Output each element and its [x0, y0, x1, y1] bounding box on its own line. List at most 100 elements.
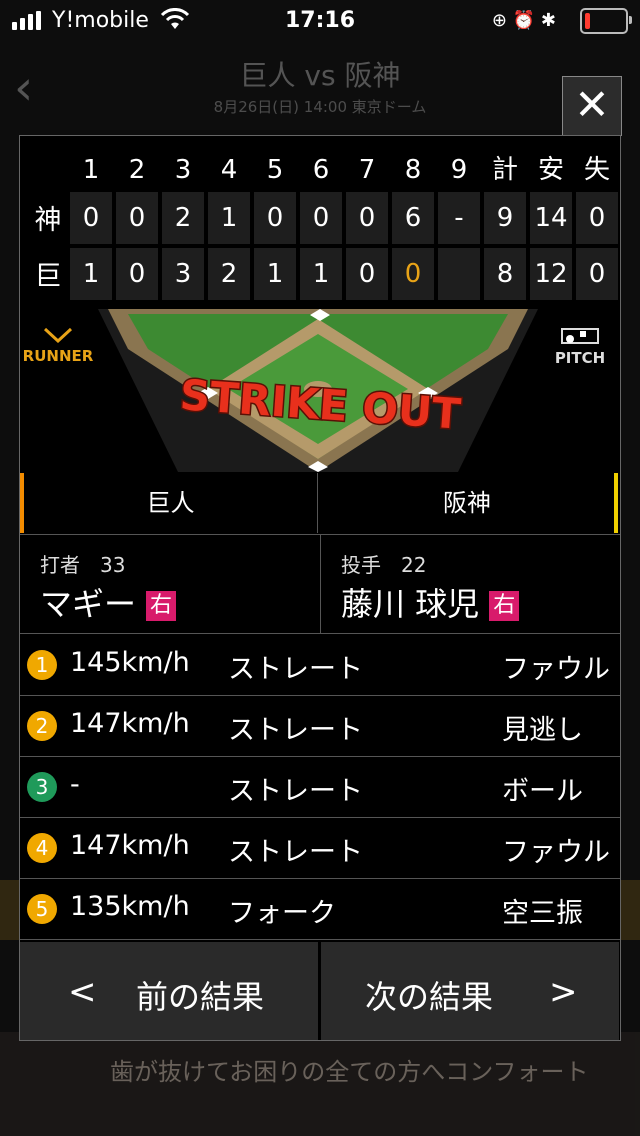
teams-row: 巨人 阪神 — [20, 473, 620, 533]
pitch-speed: 147km/h — [70, 708, 190, 739]
scoreboard-header: 安 — [537, 155, 564, 185]
next-result-label: 次の結果 — [365, 978, 494, 1016]
battery-icon — [580, 8, 632, 34]
close-icon: ✕ — [574, 80, 610, 129]
ad-banner[interactable]: 歯が抜けてお困りの全ての方へコンフォート — [0, 1032, 640, 1136]
batter-hand-badge: 右 — [146, 591, 177, 621]
team-tab-away: 阪神 — [320, 473, 618, 533]
at-bat-detail-modal: 1 2 3 4 5 6 7 8 9 計安失神 0 0 2 1 0 0 0 6-9 14 0 巨 1 0 3 2 1 1 0 0 8 12 0 … — [19, 135, 621, 1041]
pitch-row: 5 135km/h フォーク 空三振 — [20, 879, 620, 940]
prev-arrow-icon: < — [68, 972, 97, 1012]
pitch-number-badge: 4 — [27, 833, 57, 863]
pitch-result: ファウル — [502, 654, 610, 685]
prev-result-button[interactable]: < 前の結果 — [20, 942, 318, 1040]
bluetooth-icon: ✱ — [540, 10, 556, 31]
pitch-label: PITCH — [554, 349, 606, 367]
pitch-result: ボール — [502, 776, 583, 807]
batter-name-wrap: マギー右 — [40, 579, 177, 625]
scoreboard-cell: 0 — [116, 248, 158, 300]
pitch-type: ストレート — [228, 776, 363, 807]
scoreboard-header: 2 — [128, 155, 146, 185]
runner-icon — [43, 327, 73, 344]
prev-result-label: 前の結果 — [136, 978, 265, 1016]
pitch-speed: 147km/h — [70, 830, 190, 861]
scoreboard-header: 失 — [583, 155, 610, 185]
baseball-diamond: STRIKE OUT — [98, 309, 538, 472]
scoreboard-cell: 0 — [254, 192, 296, 244]
scoreboard-cell — [438, 248, 480, 300]
pitcher-role: 投手 22 — [341, 553, 427, 577]
close-button[interactable]: ✕ — [562, 76, 622, 136]
rotation-lock-icon: ⊕ — [491, 10, 508, 31]
pitch-row: 4 147km/h ストレート ファウル — [20, 818, 620, 879]
scoreboard-cell: 1 — [300, 248, 342, 300]
scoreboard-team: 巨 — [34, 261, 62, 292]
scoreboard-header: 6 — [312, 155, 330, 185]
scoreboard-cell: 2 — [208, 248, 250, 300]
scoreboard: 1 2 3 4 5 6 7 8 9 計安失神 0 0 2 1 0 0 0 6-9 14 0 巨 1 0 3 2 1 1 0 0 8 12 0 — [20, 136, 620, 309]
pitch-number-badge: 5 — [27, 894, 57, 924]
scoreboard-cell: 14 — [530, 192, 572, 244]
pitcher-name: 藤川 球児 — [341, 585, 480, 623]
scoreboard-header: 1 — [82, 155, 100, 185]
pitch-result: 見逃し — [502, 715, 583, 746]
pitch-row: 3 - ストレート ボール — [20, 757, 620, 818]
scoreboard-header: 9 — [450, 155, 468, 185]
pitch-result: ファウル — [502, 837, 610, 868]
scoreboard-cell: 0 — [116, 192, 158, 244]
scoreboard-cell: 6 — [392, 192, 434, 244]
pitch-speed: 145km/h — [70, 647, 190, 678]
scoreboard-cell: 0 — [576, 192, 618, 244]
pitch-row: 2 147km/h ストレート 見逃し — [20, 696, 620, 757]
scoreboard-cell: 1 — [208, 192, 250, 244]
batter-info: 打者 33 マギー右 — [20, 535, 320, 633]
ad-text: 歯が抜けてお困りの全ての方へコンフォート — [110, 1058, 589, 1086]
pitch-icon — [561, 328, 599, 344]
scoreboard-cell: 1 — [254, 248, 296, 300]
page-subtitle: 8月26日(日) 14:00 東京ドーム — [213, 98, 427, 116]
scoreboard-cell: 0 — [346, 248, 388, 300]
pitch-type: ストレート — [228, 837, 363, 868]
scoreboard-header: 3 — [174, 155, 192, 185]
scoreboard-cell: 0 — [576, 248, 618, 300]
next-arrow-icon: > — [549, 972, 578, 1012]
runner-toggle[interactable]: RUNNER — [22, 327, 94, 365]
batter-role: 打者 33 — [40, 553, 126, 577]
scoreboard-cell: 2 — [162, 192, 204, 244]
players-row: 打者 33 マギー右 投手 22 藤川 球児右 — [20, 534, 620, 634]
pitch-type: ストレート — [228, 715, 363, 746]
field-view: RUNNER PITCH STRIKE OUT — [20, 309, 620, 472]
page-title: 巨人 vs 阪神 — [239, 59, 401, 92]
pitch-type: ストレート — [228, 654, 363, 685]
pitcher-hand-badge: 右 — [489, 591, 520, 621]
pitch-speed: - — [70, 769, 80, 800]
pitch-toggle[interactable]: PITCH — [548, 327, 612, 367]
scoreboard-cell: 0 — [300, 192, 342, 244]
pitch-number-badge: 3 — [27, 772, 57, 802]
scoreboard-cell: 12 — [530, 248, 572, 300]
scoreboard-cell: 0 — [346, 192, 388, 244]
pitch-number-badge: 1 — [27, 650, 57, 680]
scoreboard-header: 8 — [404, 155, 422, 185]
scoreboard-cell: 3 — [162, 248, 204, 300]
team-tab-home: 巨人 — [20, 473, 318, 533]
scoreboard-header: 5 — [266, 155, 284, 185]
scoreboard-cell: - — [438, 192, 480, 244]
scoreboard-header: 7 — [358, 155, 376, 185]
scoreboard-header: 計 — [491, 155, 518, 185]
pitch-result: 空三振 — [502, 898, 583, 929]
batter-name: マギー — [40, 585, 137, 623]
scoreboard-cell: 0 — [70, 192, 112, 244]
scoreboard-cell: 1 — [70, 248, 112, 300]
scoreboard-cell: 9 — [484, 192, 526, 244]
scoreboard-team: 神 — [34, 205, 62, 236]
pitch-row: 1 145km/h ストレート ファウル — [20, 635, 620, 696]
runner-label: RUNNER — [22, 347, 94, 365]
status-bar: Y!mobile 17:16 ⊕ ⏰ ✱ — [0, 0, 640, 40]
scoreboard-cell: 0 — [392, 248, 434, 300]
next-result-button[interactable]: 次の結果 > — [321, 942, 619, 1040]
scoreboard-cell: 8 — [484, 248, 526, 300]
battery-level — [585, 13, 590, 29]
alarm-icon: ⏰ — [512, 10, 536, 31]
pitch-list: 1 145km/h ストレート ファウル 2 147km/h ストレート 見逃し… — [20, 635, 620, 940]
